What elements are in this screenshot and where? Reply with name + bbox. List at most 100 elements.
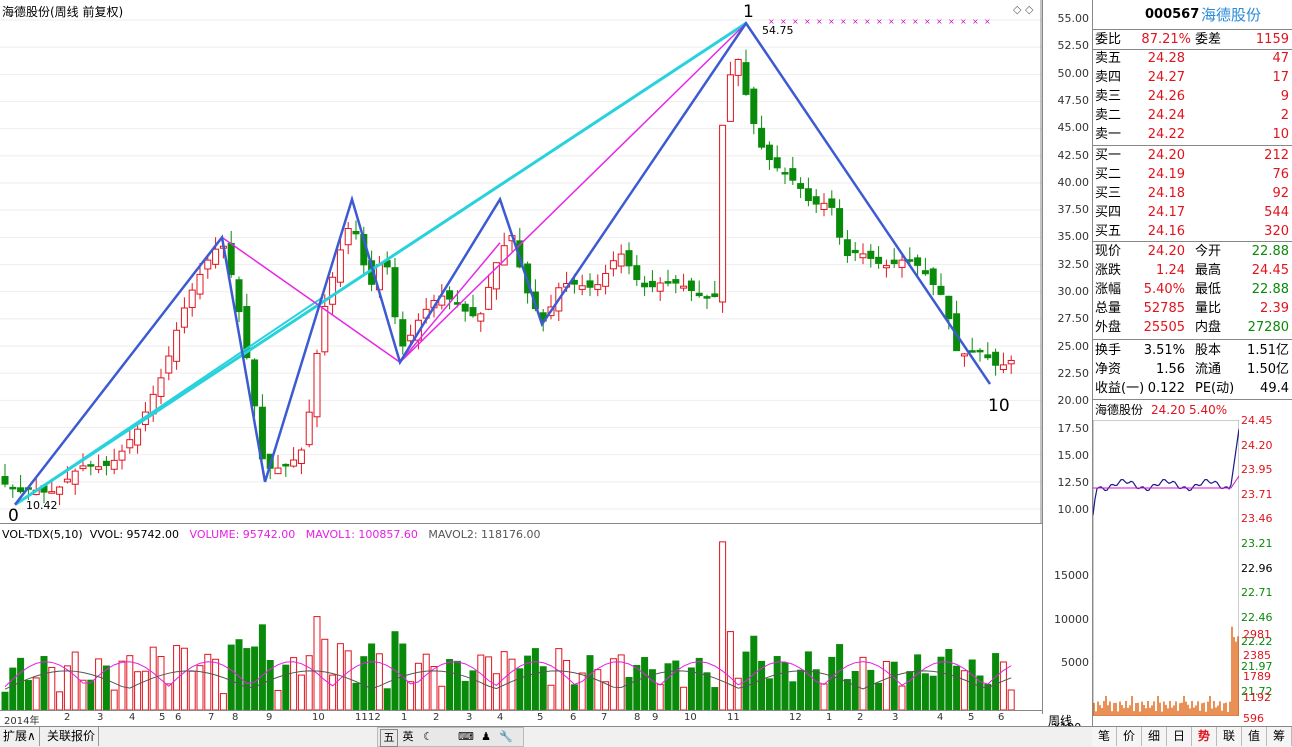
candle-up [337, 250, 343, 282]
buy-row[interactable]: 买五 24.16 320 [1093, 223, 1292, 241]
volume-bar [291, 658, 297, 710]
candle-down [782, 173, 788, 175]
candle-up [174, 330, 180, 361]
volume-bar [181, 648, 187, 710]
candle-down [587, 281, 593, 287]
magenta-trend-line [400, 243, 500, 363]
candle-up [135, 429, 141, 445]
volume-bar [275, 690, 281, 710]
stat-label: 最高 [1195, 262, 1221, 280]
price-tick: 32.50 [1058, 258, 1090, 271]
sell-row[interactable]: 卖三 24.26 9 [1093, 88, 1292, 106]
volume-bar [298, 675, 304, 710]
volume-bar [283, 665, 289, 710]
five-stroke-icon[interactable]: 五 [380, 729, 398, 747]
volume-bar [454, 661, 460, 710]
sell-row[interactable]: 卖五 24.28 47 [1093, 50, 1292, 68]
volume-bar [96, 659, 102, 710]
stat-label: 现价 [1095, 243, 1121, 261]
candle-up [213, 249, 219, 264]
buy-row[interactable]: 买四 24.17 544 [1093, 204, 1292, 222]
volume-bar [322, 639, 328, 710]
volume-bar [587, 656, 593, 710]
volume-chart[interactable] [0, 527, 1042, 714]
english-mode-icon[interactable]: 英 [400, 729, 416, 745]
candle-up [49, 492, 55, 494]
fund-label: 净资 [1095, 361, 1121, 379]
intraday-axis: 24.45 24.20 23.95 23.71 23.46 23.21 22.96 22.71… [1239, 414, 1292, 716]
volume-bar [314, 617, 320, 710]
time-tick: 8 [634, 712, 640, 723]
expand-tab[interactable]: 扩展∧ [0, 727, 40, 746]
sell-price: 24.26 [1148, 88, 1185, 106]
signal-marker: × [984, 17, 991, 26]
candle-down [790, 169, 796, 181]
candle-down [915, 258, 921, 265]
candle-up [298, 450, 304, 463]
buy-row[interactable]: 买三 24.18 92 [1093, 185, 1292, 203]
candle-down [688, 281, 694, 290]
volume-bar [88, 680, 94, 710]
candle-up [80, 466, 86, 469]
buy-row[interactable]: 买二 24.19 76 [1093, 166, 1292, 184]
price-tick: 17.50 [1058, 422, 1090, 435]
candle-down [868, 251, 874, 258]
time-tick: 5 [968, 712, 974, 723]
sell-row[interactable]: 卖四 24.27 17 [1093, 69, 1292, 87]
buy-row[interactable]: 买一 24.20 212 [1093, 147, 1292, 165]
volume-bar [868, 670, 874, 710]
quote-panel: 000567 海德股份 委比 87.21% 委差 1159 卖五 24.28 47 卖… [1092, 0, 1292, 746]
signal-marker: × [948, 17, 955, 26]
volume-bar [696, 658, 702, 710]
quote-tab[interactable]: 价 [1117, 727, 1142, 746]
quote-tab[interactable]: 筹 [1267, 727, 1292, 746]
intraday-price-tick: 23.95 [1241, 463, 1273, 476]
period-label[interactable]: 周线 [1048, 712, 1072, 729]
buy-level-label: 买五 [1095, 223, 1121, 241]
signal-marker: × [936, 17, 943, 26]
intraday-price-tick: 24.20 [1241, 439, 1273, 452]
signal-marker: × [912, 17, 919, 26]
candle-up [57, 487, 63, 494]
sell-level-label: 卖二 [1095, 107, 1121, 125]
weicha-label: 委差 [1195, 31, 1221, 49]
quote-tab[interactable]: 值 [1242, 727, 1267, 746]
candle-up [275, 468, 281, 474]
signal-marker: × [864, 17, 871, 26]
candle-down [236, 280, 242, 312]
sell-row[interactable]: 卖一 24.22 10 [1093, 126, 1292, 144]
candle-down [400, 320, 406, 346]
signal-marker: × [924, 17, 931, 26]
quote-tab[interactable]: 细 [1142, 727, 1167, 746]
volume-bar [720, 542, 726, 710]
candle-down [88, 465, 94, 467]
volume-bar [774, 657, 780, 710]
quote-tab[interactable]: 联 [1217, 727, 1242, 746]
volume-bar [369, 644, 375, 710]
moon-icon[interactable]: ☾ [420, 729, 436, 745]
intraday-price-tick: 22.96 [1241, 562, 1273, 575]
buy-volume: 544 [1264, 204, 1289, 222]
quote-tab[interactable]: 笔 [1092, 727, 1117, 746]
stat-label: 总量 [1095, 300, 1121, 318]
quote-tab[interactable]: 日 [1167, 727, 1192, 746]
user-icon[interactable]: ♟ [478, 729, 494, 745]
wrench-icon[interactable]: 🔧 [498, 729, 514, 745]
price-tick: 40.00 [1058, 176, 1090, 189]
candle-up [603, 273, 609, 286]
candle-down [634, 266, 640, 280]
keyboard-icon[interactable]: ⌨ [458, 729, 474, 745]
candle-up [291, 460, 297, 466]
candle-up [322, 306, 328, 351]
sell-row[interactable]: 卖二 24.24 2 [1093, 107, 1292, 125]
related-quotes-tab[interactable]: 关联报价 [44, 727, 99, 746]
volume-bar [33, 678, 39, 710]
quote-tab[interactable]: 势 [1192, 727, 1217, 746]
buy-level-label: 买二 [1095, 166, 1121, 184]
volume-bar [244, 649, 250, 710]
volume-bar [571, 685, 577, 710]
candlestick-chart[interactable]: × × × × × × × × × × × × × × × × × × × [0, 0, 1042, 523]
intraday-mini-chart[interactable] [1093, 420, 1239, 716]
candle-down [447, 291, 453, 299]
candle-up [205, 260, 211, 269]
